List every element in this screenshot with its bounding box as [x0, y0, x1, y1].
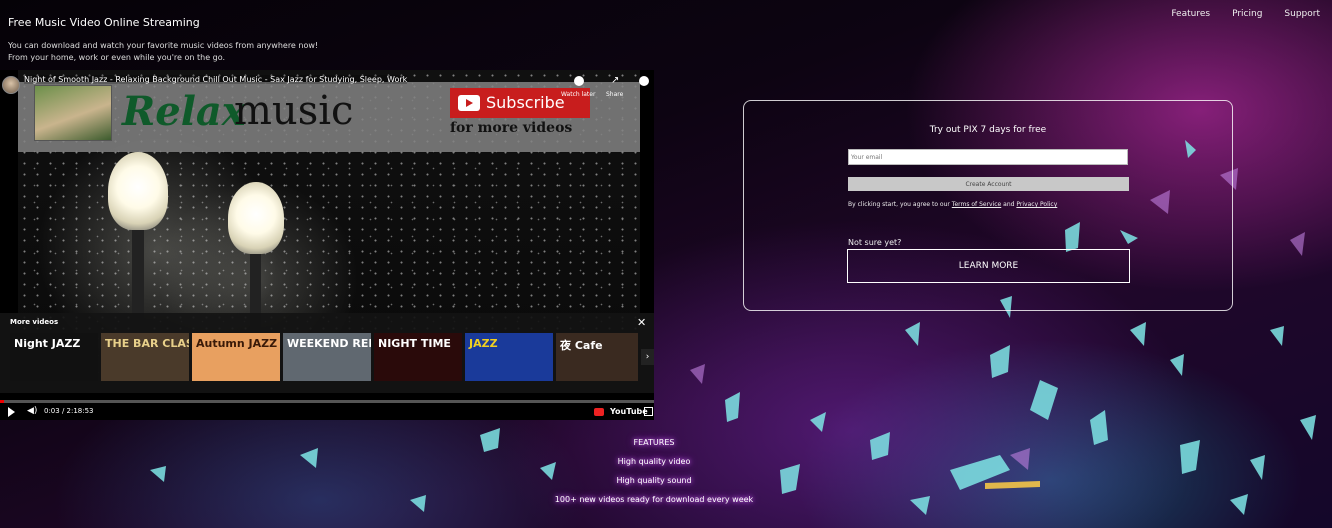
terms-text: By clicking start, you agree to our Term…: [848, 201, 1057, 208]
player-controls: ◀) 0:03 / 2:18:53 YouTube: [0, 404, 654, 420]
video-thumbnail[interactable]: JAZZ: [465, 333, 553, 381]
info-icon[interactable]: [639, 76, 649, 86]
street-lamp-left: [108, 152, 168, 230]
video-thumbnail[interactable]: NIGHT TIME: [374, 333, 462, 381]
nav-support-link[interactable]: Support: [1284, 9, 1320, 19]
banner-subscribe-label: Subscribe: [486, 93, 565, 112]
close-icon[interactable]: ✕: [637, 316, 646, 329]
feature-item: High quality video: [617, 457, 691, 466]
watch-later-label[interactable]: Watch later: [561, 91, 595, 98]
thumbnail-label: NIGHT TIME: [378, 337, 451, 350]
features-section: FEATURES High quality video High quality…: [500, 438, 808, 514]
privacy-policy-link[interactable]: Privacy Policy: [1016, 201, 1057, 208]
feature-item: 100+ new videos ready for download every…: [554, 495, 754, 504]
progress-bar[interactable]: [0, 400, 654, 403]
more-videos-panel: More videos ✕ Night JAZZ THE BAR CLASSIC…: [0, 313, 654, 393]
thumbnail-label: JAZZ: [469, 337, 498, 350]
more-videos-title: More videos: [10, 318, 59, 326]
terms-and: and: [1003, 201, 1015, 208]
youtube-play-icon: [458, 95, 480, 111]
banner-photo: [34, 85, 112, 141]
video-thumbnail[interactable]: WEEKEND RELAXATION: [283, 333, 371, 381]
chevron-right-icon[interactable]: ›: [641, 349, 654, 365]
video-thumbnail[interactable]: THE BAR CLASSICS: [101, 333, 189, 381]
play-icon[interactable]: [8, 407, 15, 417]
video-thumbnail[interactable]: Autumn JAZZ: [192, 333, 280, 381]
thumbnail-label: THE BAR CLASSICS: [105, 337, 189, 350]
subtitles-icon[interactable]: [594, 408, 604, 416]
create-account-button[interactable]: Create Account: [848, 177, 1129, 191]
banner-more-videos: for more videos: [450, 120, 573, 136]
banner-relax-text: Relax: [122, 88, 246, 135]
terms-of-service-link[interactable]: Terms of Service: [952, 201, 1001, 208]
not-sure-text: Not sure yet?: [848, 238, 902, 247]
learn-more-button[interactable]: LEARN MORE: [847, 249, 1130, 283]
top-nav: Features Pricing Support: [1171, 9, 1320, 19]
time-display: 0:03 / 2:18:53: [44, 407, 94, 415]
thumbnail-label: Night JAZZ: [14, 337, 81, 350]
video-thumbnail[interactable]: Night JAZZ: [10, 333, 98, 381]
fullscreen-icon[interactable]: [644, 407, 653, 416]
tagline-line-1: You can download and watch your favorite…: [8, 41, 319, 50]
channel-banner: Relax music Subscribe for more videos: [18, 82, 640, 152]
thumbnail-label: WEEKEND RELAXATION: [287, 337, 371, 350]
nav-pricing-link[interactable]: Pricing: [1232, 9, 1262, 19]
email-field[interactable]: [848, 149, 1128, 165]
banner-music-text: music: [234, 88, 354, 134]
feature-item: High quality sound: [616, 476, 692, 485]
youtube-logo[interactable]: YouTube: [610, 407, 648, 416]
signup-card: Try out PIX 7 days for free Create Accou…: [743, 100, 1233, 311]
tagline: You can download and watch your favorite…: [8, 40, 318, 64]
thumbnail-label: Autumn JAZZ: [196, 337, 278, 350]
site-title: Free Music Video Online Streaming: [8, 16, 200, 29]
nav-features-link[interactable]: Features: [1171, 9, 1210, 19]
share-icon[interactable]: ↗: [611, 76, 621, 86]
trial-heading: Try out PIX 7 days for free: [929, 125, 1047, 135]
video-thumbnail[interactable]: 夜 Cafe: [556, 333, 638, 381]
channel-avatar[interactable]: [2, 76, 20, 94]
terms-prefix: By clicking start, you agree to our: [848, 201, 950, 208]
street-lamp-right: [228, 182, 284, 254]
thumbnail-label: 夜 Cafe: [560, 339, 603, 352]
tagline-line-2: From your home, work or even while you'r…: [8, 53, 226, 62]
video-player[interactable]: Relax music Subscribe for more videos Ni…: [0, 70, 654, 420]
clock-icon[interactable]: [574, 76, 584, 86]
video-title[interactable]: Night of Smooth Jazz - Relaxing Backgrou…: [24, 75, 408, 84]
share-label[interactable]: Share: [606, 91, 623, 98]
features-heading: FEATURES: [633, 438, 675, 447]
progress-fill: [0, 400, 4, 403]
volume-icon[interactable]: ◀): [27, 406, 37, 416]
